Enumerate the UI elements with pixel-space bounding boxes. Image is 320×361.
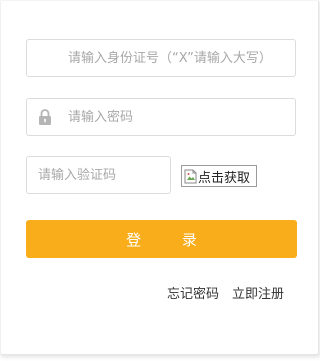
forgot-password-link[interactable]: 忘记密码	[167, 283, 219, 302]
captcha-input[interactable]	[27, 157, 170, 193]
captcha-image-alt-text: 点击获取	[198, 170, 251, 186]
password-input[interactable]	[27, 99, 295, 135]
captcha-image[interactable]: 点击获取	[181, 165, 257, 187]
id-number-input[interactable]	[27, 40, 295, 76]
register-link[interactable]: 立即注册	[232, 283, 284, 302]
password-field-box	[26, 98, 296, 136]
id-number-field-box	[26, 39, 296, 77]
login-card: 点击获取 登 录 忘记密码 立即注册	[0, 0, 319, 355]
auxiliary-links: 忘记密码 立即注册	[167, 283, 284, 302]
captcha-field-box	[26, 156, 171, 194]
login-button[interactable]: 登 录	[26, 220, 297, 258]
broken-image-icon	[184, 169, 197, 183]
